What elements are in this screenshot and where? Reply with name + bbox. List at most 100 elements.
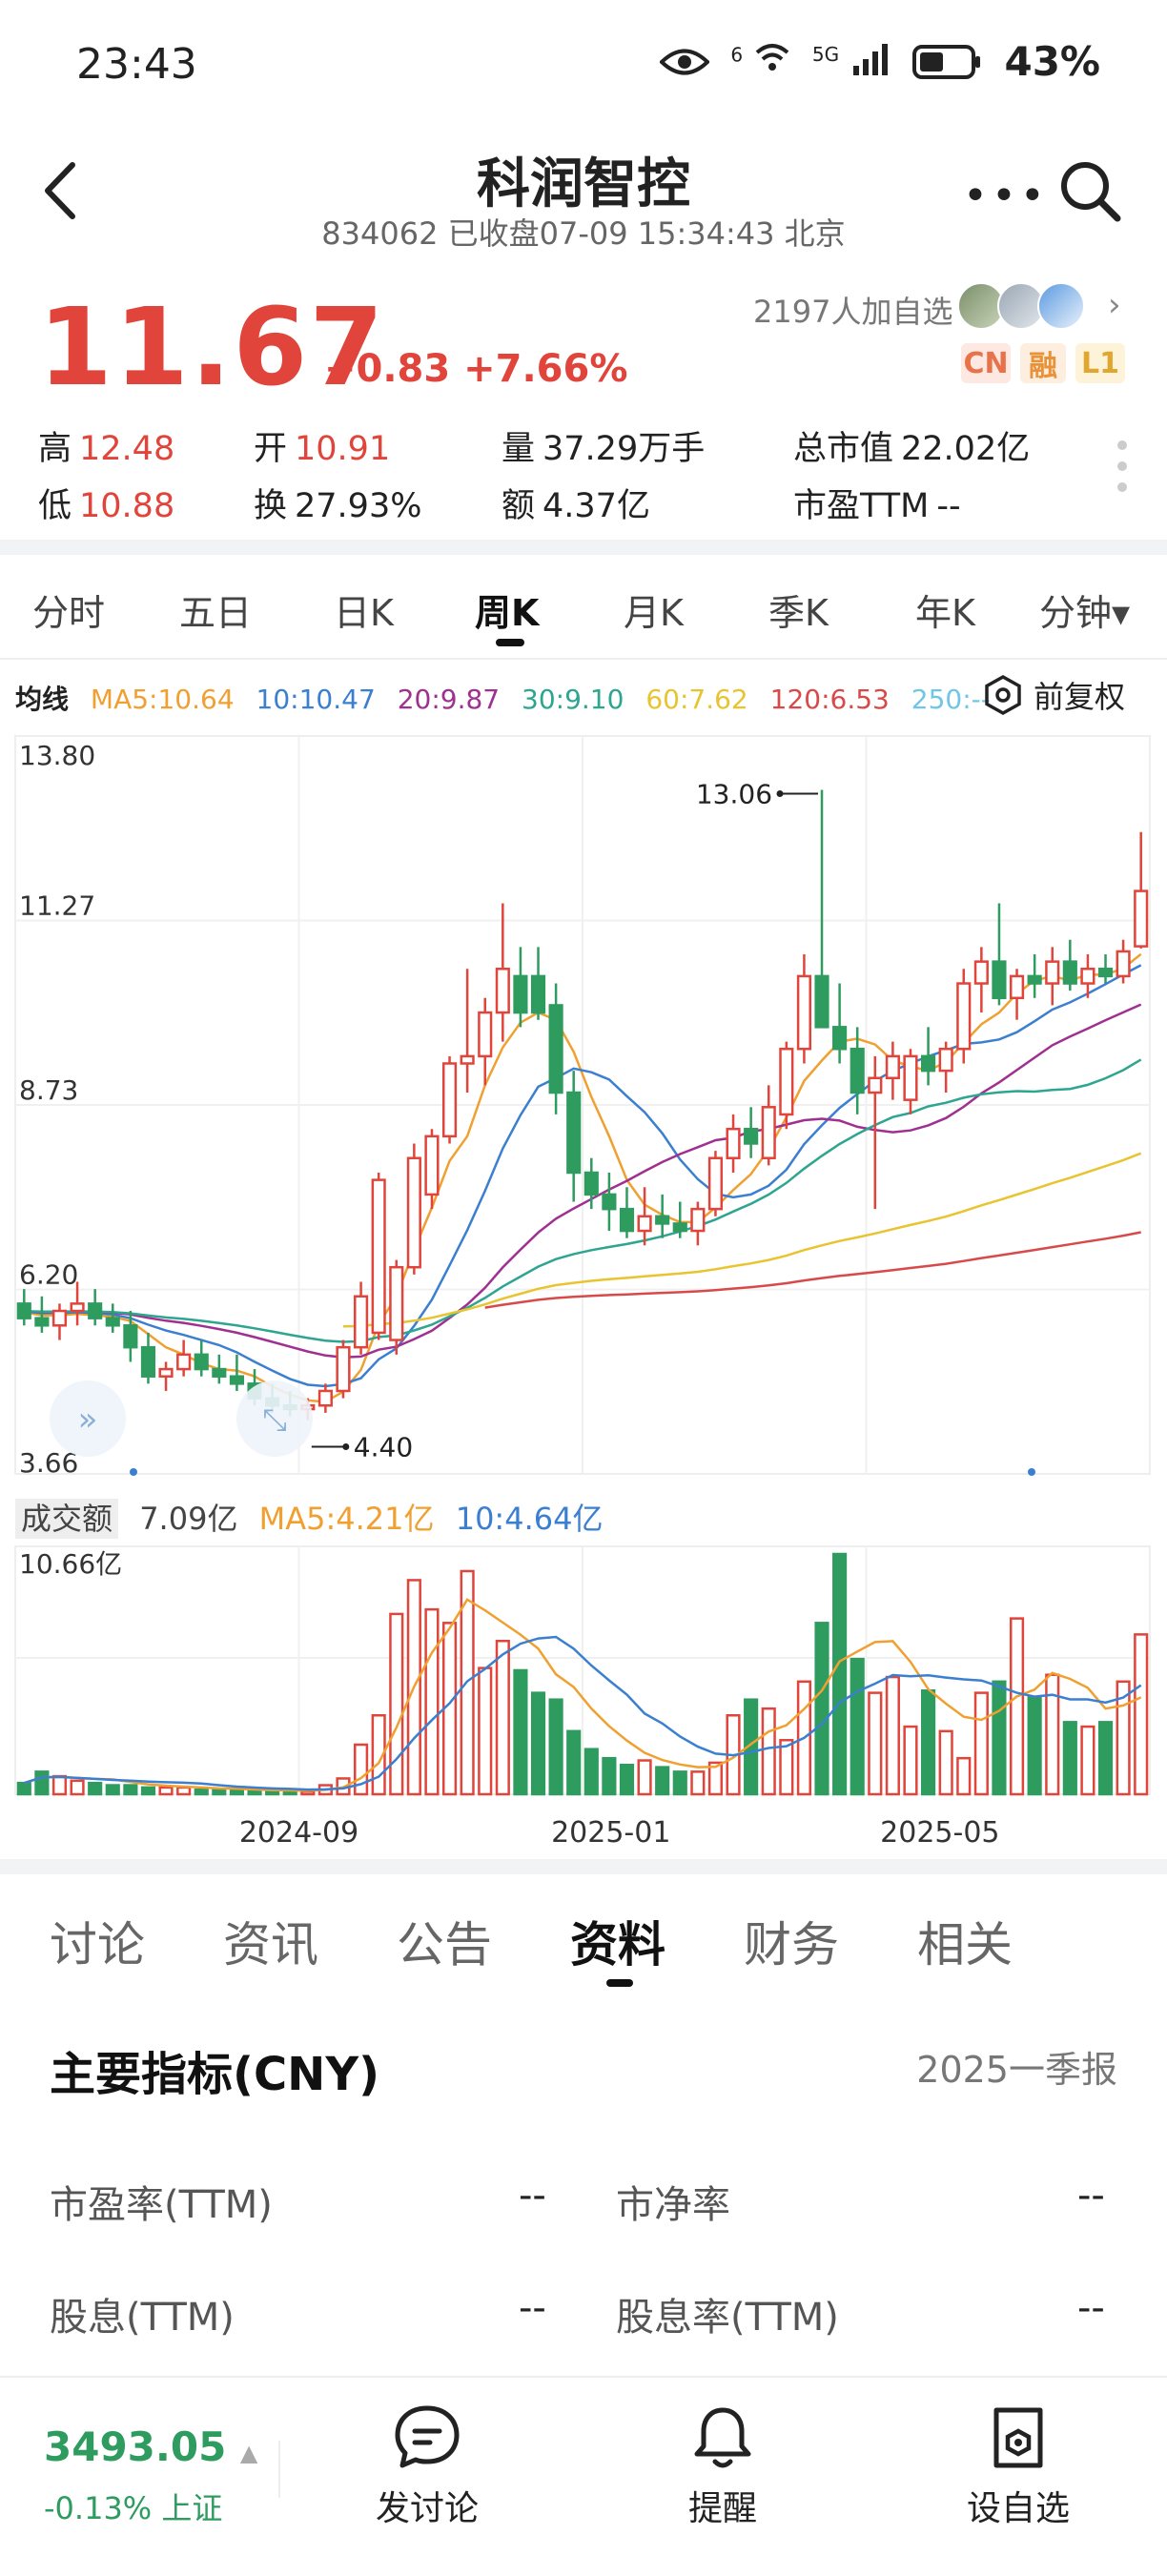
search-icon[interactable] [1056,157,1123,224]
divider [0,658,1167,660]
kline-chart[interactable]: 13.8011.278.736.203.6613.064.40» ⤡10.66亿2… [0,705,1167,1850]
index-value[interactable]: 3493.05 ▲ [44,2423,257,2470]
candle-body [495,968,510,1014]
index-change[interactable]: -0.13% 上证 [44,2484,222,2528]
candle-body [34,1317,50,1327]
amount-bar [672,1770,687,1796]
candle-body [637,1215,652,1233]
wifi-icon: 6 [730,41,791,82]
stat-low: 低 10.88 [38,479,174,527]
divider [278,2441,280,2498]
candle-body [619,1207,635,1233]
tab-quarterly-k[interactable]: 季K [768,583,829,636]
candle [956,969,972,1064]
chevron-right-icon[interactable]: › [1108,286,1121,324]
volume-legend: 成交额 7.09亿 MA5:4.21亿 10:4.64亿 [15,1495,614,1539]
amount-bar [814,1622,829,1796]
amount-bar [1080,1725,1095,1796]
volume-ma10: 10:4.64亿 [455,1501,604,1537]
scroll-dot [130,1468,137,1476]
add-watchlist-button[interactable]: 设自选 [923,2402,1114,2530]
x-tick-label: 2024-09 [239,1816,358,1850]
cn-tag: CN [961,343,1011,383]
stat-low-label: 低 [38,487,72,525]
tab-weekly-k[interactable]: 周K [475,583,539,636]
report-period[interactable]: 2025一季报 [916,2040,1117,2093]
candle [317,1383,333,1413]
tab-financials[interactable]: 财务 [744,1907,839,1975]
tab-profile[interactable]: 资料 [570,1907,665,1975]
candle-body [566,1091,582,1175]
candle [16,1289,31,1326]
tab-yearly-k[interactable]: 年K [915,583,975,636]
follower-avatars[interactable] [957,282,1085,330]
followers-count[interactable]: 2197人加自选 [753,288,952,332]
metric-label: 股息(TTM) [50,2296,235,2340]
candle-body [194,1353,209,1371]
candle [460,969,475,1094]
amount-bar [602,1756,617,1796]
tab-five-day[interactable]: 五日 [179,583,252,636]
candle-body [16,1302,31,1319]
amount-bar [1134,1633,1149,1796]
candle [1134,831,1149,949]
candle [194,1339,209,1377]
candle [921,1027,936,1086]
fast-forward-icon: » [78,1400,98,1439]
stat-low-value: 10.88 [79,487,175,525]
candle [140,1332,156,1384]
candle-body [1062,960,1077,985]
level1-tag: L1 [1075,343,1125,383]
volume-ma5: MA5:4.21亿 [258,1501,435,1537]
candle [868,1055,883,1210]
discuss-button[interactable]: 发讨论 [332,2402,522,2530]
candle-body [938,1047,953,1073]
price-tick-label: 13.80 [19,740,95,771]
candle [566,1071,582,1202]
tab-monthly-k[interactable]: 月K [624,583,684,636]
amount-bar [992,1680,1007,1796]
tab-related[interactable]: 相关 [917,1907,1013,1975]
amount-bar [548,1698,563,1796]
candle-body [158,1367,174,1378]
candle-body [707,1156,724,1211]
tab-daily-k[interactable]: 日K [334,583,394,636]
candle-body [530,974,546,1014]
amount-bar [566,1729,582,1796]
amount-bar [70,1779,85,1796]
candle [441,1055,458,1144]
expand-stats-icon[interactable] [1117,440,1127,503]
candle-body [317,1389,333,1407]
candle-body [140,1345,156,1378]
candle [1097,953,1114,984]
tab-discussion[interactable]: 讨论 [50,1907,145,1975]
candle [1116,939,1131,984]
amount-bar [123,1784,138,1796]
tab-intraday[interactable]: 分时 [32,583,105,636]
candle [885,1041,900,1100]
alert-button[interactable]: 提醒 [627,2402,818,2530]
candle [779,1041,794,1130]
tab-news[interactable]: 资讯 [223,1907,318,1975]
candle-body [371,1178,386,1335]
stat-volume-value: 37.29万手 [543,430,706,468]
candle [796,953,811,1064]
candle [1009,969,1025,1020]
amount-bar [868,1691,883,1796]
tab-minute[interactable]: 分钟▾ [1039,583,1130,636]
max-price-label: 13.06 [696,778,772,809]
candle-body [123,1324,138,1349]
x-tick-label: 2025-01 [551,1816,670,1850]
tab-announcements[interactable]: 公告 [397,1907,492,1975]
stat-volume: 量 37.29万手 [502,421,705,470]
price-tick-label: 11.27 [19,890,95,922]
candle-body [424,1135,440,1196]
amount-bar [389,1612,404,1796]
candle-body [336,1345,351,1393]
amount-bar [354,1743,369,1796]
metric-value: -- [519,2174,546,2218]
more-icon[interactable]: ••• [963,172,1049,220]
battery-icon [912,44,981,79]
candle [602,1172,617,1232]
candle [354,1281,369,1355]
